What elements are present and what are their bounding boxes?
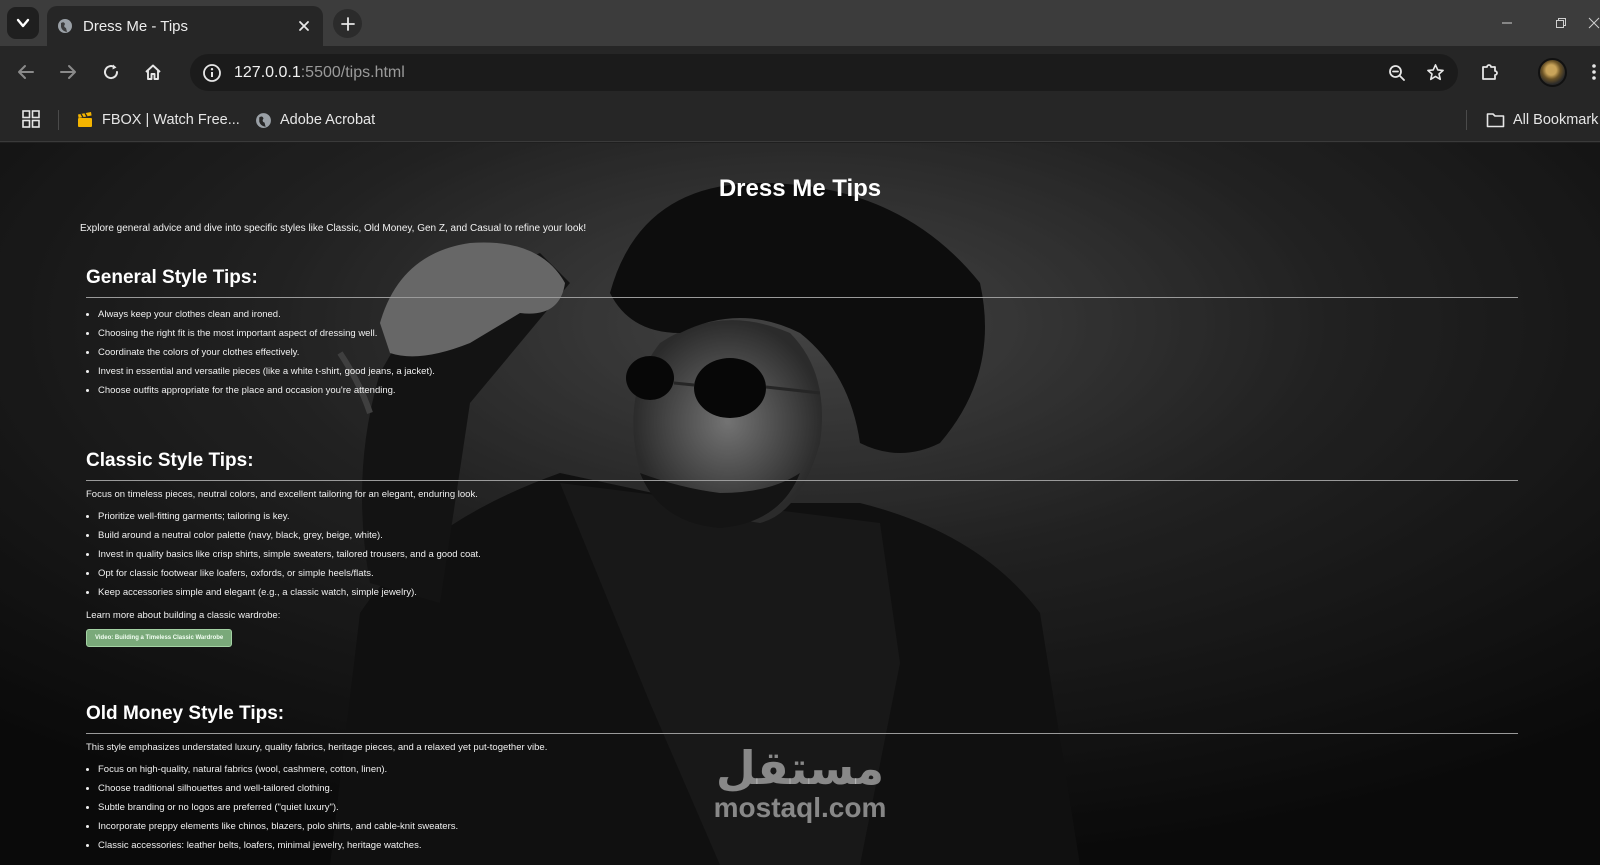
section-heading: General Style Tips:	[86, 267, 1518, 298]
list-item: Choosing the right fit is the most impor…	[98, 324, 1518, 343]
learn-more-text: Learn more about building a classic ward…	[86, 610, 281, 621]
bookmark-label: FBOX | Watch Free...	[102, 112, 240, 128]
globe-icon	[256, 112, 271, 128]
omnibox-actions	[1384, 60, 1448, 85]
close-window-button[interactable]	[1588, 0, 1600, 46]
globe-icon	[57, 18, 73, 34]
general-tips-list: Always keep your clothes clean and irone…	[86, 305, 1518, 400]
minimize-icon	[1502, 22, 1512, 24]
puzzle-icon	[1482, 64, 1498, 80]
list-item: Classic accessories: leather belts, loaf…	[98, 836, 1518, 855]
general-tips-section: General Style Tips: Always keep your clo…	[86, 267, 1518, 400]
all-bookmarks-button[interactable]: All Bookmark	[1486, 108, 1598, 132]
home-button[interactable]	[139, 58, 167, 86]
list-item: Prioritize well-fitting garments; tailor…	[98, 507, 1518, 526]
arrow-right-icon	[60, 65, 76, 79]
clapperboard-icon	[78, 112, 92, 127]
bookmark-label: Adobe Acrobat	[280, 112, 376, 128]
tab-search-button[interactable]	[7, 7, 39, 39]
minimize-button[interactable]	[1480, 0, 1534, 46]
arrow-left-icon	[18, 65, 34, 79]
browser-menu-button[interactable]	[1588, 58, 1600, 86]
active-tab[interactable]: Dress Me - Tips	[47, 6, 323, 46]
list-item: Keep accessories simple and elegant (e.g…	[98, 583, 1518, 602]
classic-tips-list: Prioritize well-fitting garments; tailor…	[86, 507, 1518, 602]
list-item: Invest in quality basics like crisp shir…	[98, 545, 1518, 564]
tab-title: Dress Me - Tips	[83, 17, 189, 35]
section-description: Focus on timeless pieces, neutral colors…	[86, 489, 478, 500]
new-tab-button[interactable]	[333, 9, 362, 38]
watermark-arabic: مستقل	[715, 742, 885, 794]
profile-avatar[interactable]	[1538, 58, 1567, 87]
apps-grid-icon[interactable]	[20, 108, 42, 130]
star-icon[interactable]	[1423, 60, 1448, 85]
watermark: مستقل mostaql.com	[700, 743, 900, 823]
list-item: Coordinate the colors of your clothes ef…	[98, 343, 1518, 362]
browser-toolbar: 127.0.0.1:5500/tips.html	[0, 46, 1600, 98]
section-heading: Classic Style Tips:	[86, 450, 1518, 481]
classic-tips-section: Classic Style Tips: Focus on timeless pi…	[86, 450, 1518, 647]
list-item: Choose outfits appropriate for the place…	[98, 381, 1518, 400]
chevron-down-icon	[16, 18, 30, 28]
reload-button[interactable]	[97, 58, 125, 86]
plus-icon	[340, 16, 355, 31]
restore-button[interactable]	[1534, 0, 1588, 46]
back-button[interactable]	[12, 58, 40, 86]
folder-icon	[1486, 113, 1505, 128]
close-icon[interactable]	[295, 17, 313, 35]
list-item: Build around a neutral color palette (na…	[98, 526, 1518, 545]
restore-icon	[1556, 18, 1566, 28]
watermark-latin: mostaql.com	[713, 792, 887, 823]
classic-video-button[interactable]: Video: Building a Timeless Classic Wardr…	[86, 629, 233, 647]
zoom-icon[interactable]	[1384, 60, 1409, 85]
list-item: Always keep your clothes clean and irone…	[98, 305, 1518, 324]
close-window-icon	[1588, 17, 1600, 29]
tab-strip: Dress Me - Tips	[0, 0, 1600, 46]
list-item: Opt for classic footwear like loafers, o…	[98, 564, 1518, 583]
page-viewport: Dress Me Tips Explore general advice and…	[0, 143, 1600, 865]
bookmark-adobe-acrobat[interactable]: Adobe Acrobat	[255, 108, 375, 132]
extensions-button[interactable]	[1476, 58, 1504, 86]
info-icon[interactable]	[200, 61, 224, 85]
address-bar[interactable]: 127.0.0.1:5500/tips.html	[190, 54, 1458, 91]
kebab-menu-icon	[1592, 64, 1596, 80]
home-icon	[145, 64, 161, 80]
intro-text: Explore general advice and dive into spe…	[80, 223, 587, 234]
bookmark-fbox[interactable]: FBOX | Watch Free...	[76, 108, 240, 132]
url-path: :5500/tips.html	[300, 63, 405, 81]
window-controls	[1480, 0, 1600, 46]
url-host: 127.0.0.1	[234, 63, 301, 81]
bookmarks-bar: FBOX | Watch Free... Adobe Acrobat All B…	[0, 98, 1600, 142]
all-bookmarks-label: All Bookmark	[1513, 112, 1599, 128]
forward-button[interactable]	[54, 58, 82, 86]
section-heading: Old Money Style Tips:	[86, 703, 1518, 734]
list-item: Invest in essential and versatile pieces…	[98, 362, 1518, 381]
page-title: Dress Me Tips	[718, 175, 882, 202]
bookmarks-separator	[1466, 110, 1467, 130]
reload-icon	[104, 64, 119, 80]
bookmarks-separator	[58, 110, 59, 130]
